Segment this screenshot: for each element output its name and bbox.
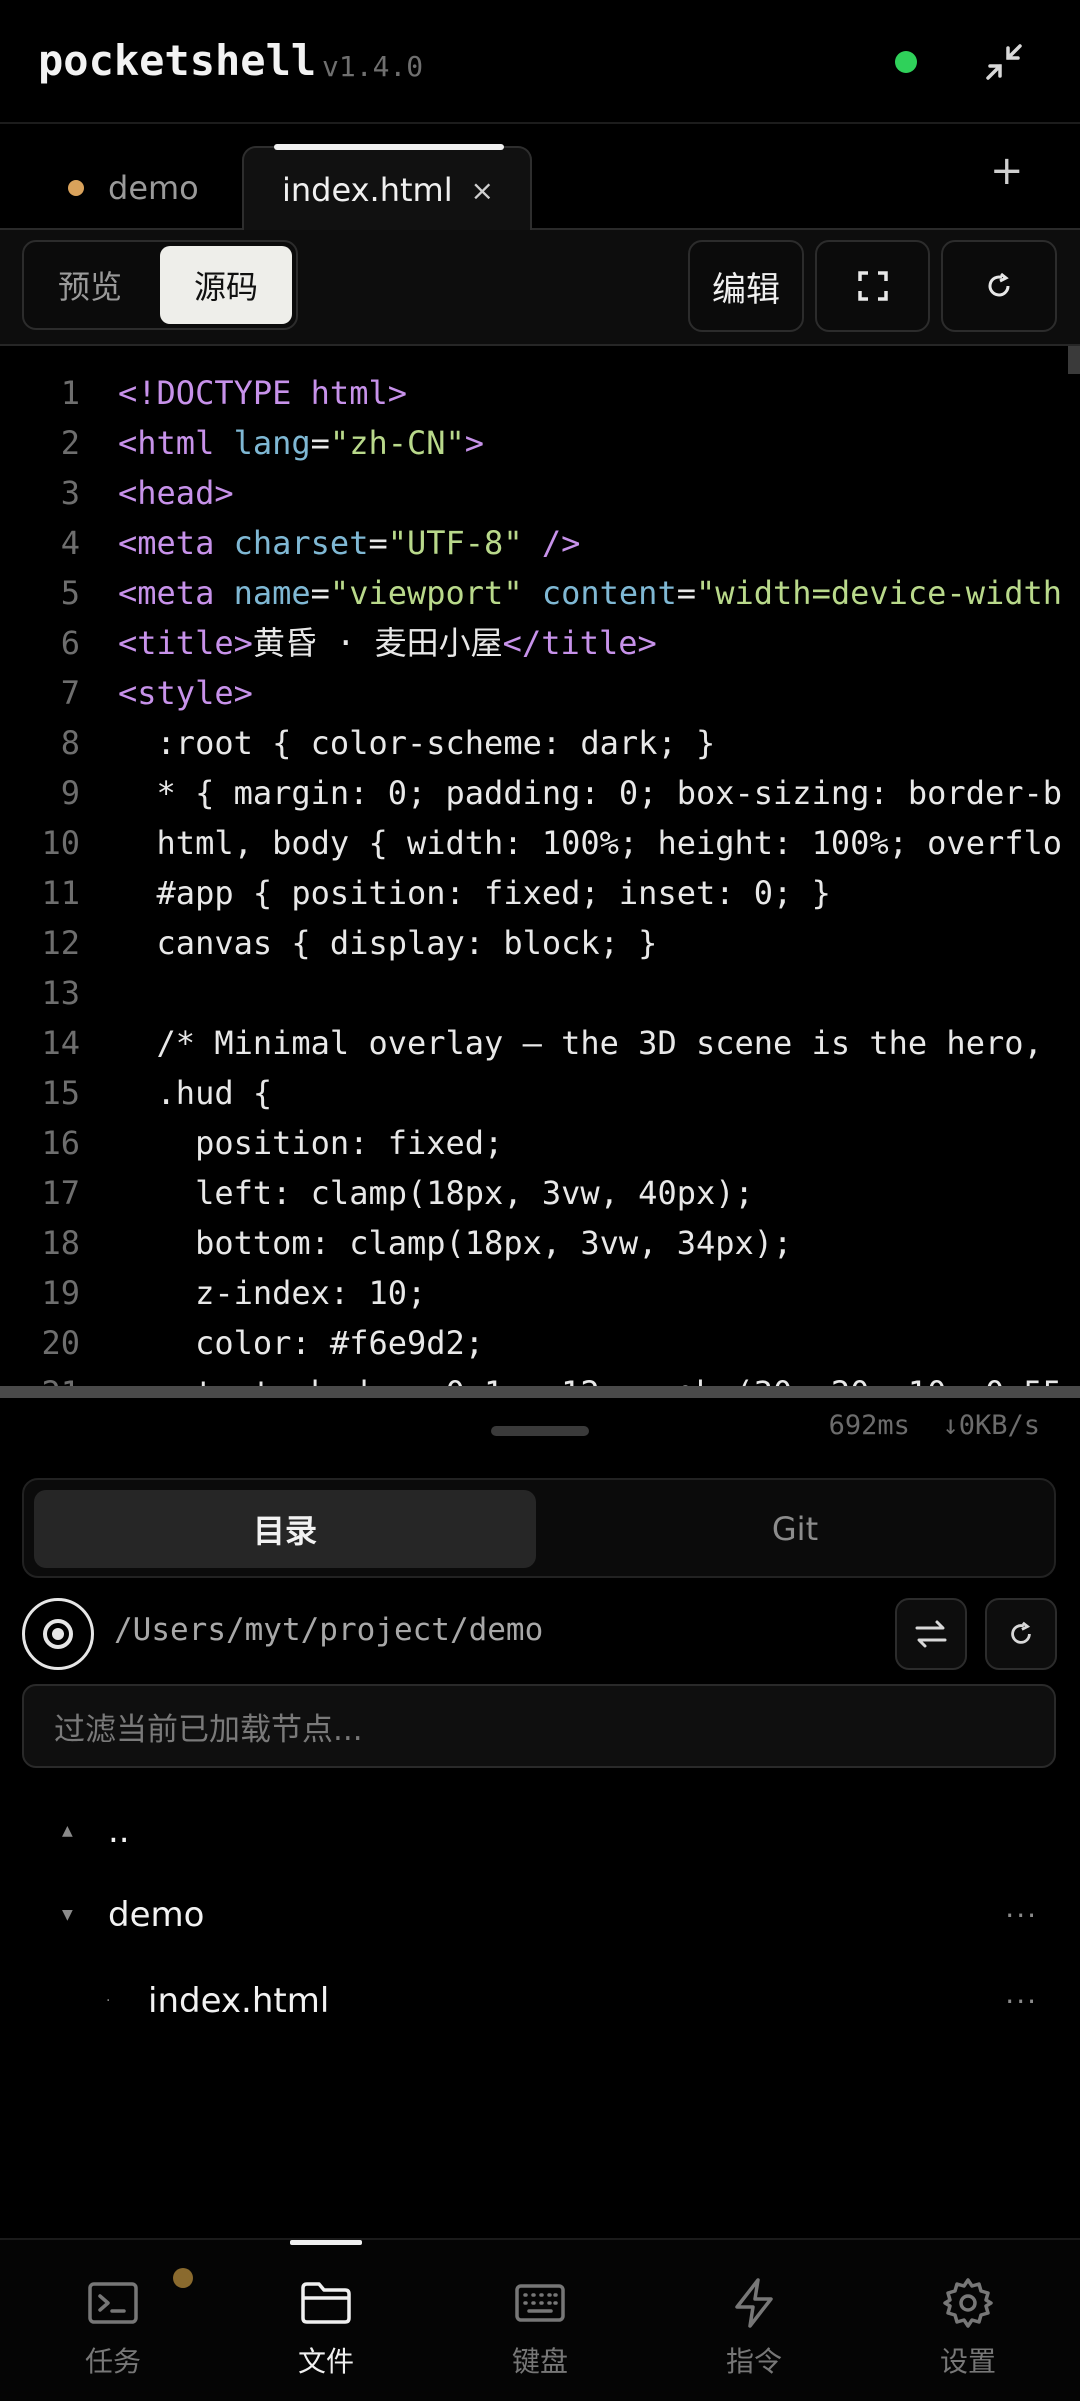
explorer-mode-toggle: 目录 Git [22, 1478, 1056, 1578]
bullet-icon: · [106, 1993, 111, 2009]
fullscreen-icon [857, 271, 888, 301]
swap-button[interactable] [895, 1598, 967, 1670]
code-line: 1 <!DOCTYPE html> [60, 374, 407, 412]
tree-item-index-html[interactable]: · index.html ··· [0, 1966, 1080, 2036]
nav-label: 设置 [939, 2345, 996, 2378]
code-line: 18 bottom: clamp(18px, 3vw, 34px); [41, 1224, 793, 1262]
tree-item-demo[interactable]: ▼ demo ··· [0, 1880, 1080, 1950]
app-version: v1.4.0 [322, 50, 424, 83]
editor-toolbar: 预览 源码 编辑 [0, 230, 1080, 346]
lightning-icon [735, 2278, 773, 2328]
fullscreen-button[interactable] [815, 240, 930, 332]
code-line: 11 #app { position: fixed; inset: 0; } [41, 874, 831, 912]
app-header: pocketshell v1.4.0 [0, 0, 1080, 124]
tree-item-parent[interactable]: ▲ .. [0, 1796, 1080, 1866]
code-line: 7 <style> [60, 674, 253, 712]
tab-directory[interactable]: 目录 [34, 1490, 536, 1568]
terminal-icon [88, 2282, 138, 2324]
preview-tab[interactable]: 预览 [24, 242, 156, 328]
chevron-up-icon: ▲ [62, 1823, 73, 1839]
code-line: 3 <head> [60, 474, 234, 512]
locate-button[interactable] [22, 1598, 94, 1670]
filter-input[interactable]: 过滤当前已加载节点... [22, 1684, 1056, 1768]
code-line: 13 [41, 974, 80, 1012]
tree-item-label: demo [108, 1895, 205, 1935]
nav-tasks[interactable]: 任务 [5, 2240, 221, 2401]
refresh-button[interactable] [941, 240, 1057, 332]
code-line: 12 canvas { display: block; } [41, 924, 658, 962]
refresh-icon [1011, 1621, 1031, 1644]
unsaved-dot [68, 180, 84, 196]
refresh-icon [988, 272, 1010, 297]
tree-item-label: .. [108, 1811, 130, 1851]
code-line: 6 <title>黄昏 · 麦田小屋</title> [60, 624, 657, 662]
tree-item-label: index.html [148, 1981, 330, 2021]
code-line: 14 /* Minimal overlay — the 3D scene is … [41, 1024, 1043, 1062]
more-icon[interactable]: ··· [1005, 1985, 1038, 2018]
file-tabs: demo index.html × [0, 124, 1080, 232]
add-tab-button[interactable]: + [990, 148, 1024, 194]
view-mode-toggle: 预览 源码 [22, 240, 298, 330]
nav-keyboard[interactable]: 键盘 [432, 2240, 648, 2401]
code-view[interactable]: 1 <!DOCTYPE html> 2 <html lang="zh-CN"> 3 <… [0, 346, 1080, 1386]
tab-demo[interactable]: demo [40, 146, 240, 230]
gear-icon [943, 2278, 993, 2328]
network-stats: 692ms ↓0KB/s [829, 1410, 1040, 1441]
chevron-down-icon: ▼ [62, 1907, 73, 1923]
nav-label: 文件 [297, 2345, 354, 2378]
code-line: 15 .hud { [41, 1074, 273, 1112]
swap-icon [915, 1620, 947, 1648]
bottom-nav: 任务 文件 键盘 指令 设置 [0, 2238, 1080, 2401]
code-line: 2 <html lang="zh-CN"> [60, 424, 485, 462]
tab-index-html[interactable]: index.html × [242, 144, 532, 232]
code-line: 5 <meta name="viewport" content="width=de… [60, 574, 1063, 612]
panel-divider[interactable] [0, 1386, 1080, 1398]
nav-settings[interactable]: 设置 [860, 2240, 1076, 2401]
reload-tree-button[interactable] [985, 1598, 1057, 1670]
notification-badge [173, 2268, 193, 2288]
target-icon [43, 1619, 73, 1649]
source-tab[interactable]: 源码 [160, 246, 292, 324]
keyboard-icon [515, 2284, 565, 2322]
close-tab-icon[interactable]: × [471, 174, 494, 207]
code-line: 9 * { margin: 0; padding: 0; box-sizing:… [60, 774, 1063, 812]
code-line: 10 html, body { width: 100%; height: 100… [41, 824, 1063, 862]
file-explorer-panel: 692ms ↓0KB/s 目录 Git /Users/myt/project/d… [0, 1398, 1080, 2238]
nav-label: 指令 [725, 2345, 782, 2378]
app-title: pocketshell [38, 36, 317, 85]
code-line: 16 position: fixed; [41, 1124, 504, 1162]
code-line: 20 color: #f6e9d2; [41, 1324, 485, 1362]
active-tab-indicator [274, 144, 504, 150]
tab-label: demo [108, 169, 199, 207]
active-nav-indicator [290, 2240, 362, 2245]
folder-icon [301, 2282, 351, 2324]
drag-handle[interactable] [491, 1426, 589, 1436]
code-line: 21 text-shadow: 0 1px 12px rgba(30, 20, … [0, 1368, 1080, 1386]
nav-files[interactable]: 文件 [218, 2240, 434, 2401]
tab-git[interactable]: Git [544, 1490, 1046, 1568]
latency: 692ms [828, 1410, 910, 1441]
collapse-button[interactable] [980, 38, 1028, 86]
transfer-speed: ↓0KB/s [942, 1410, 1040, 1441]
code-line: 8 :root { color-scheme: dark; } [60, 724, 716, 762]
edit-button[interactable]: 编辑 [688, 240, 804, 332]
connection-status-dot [895, 51, 917, 73]
nav-label: 任务 [84, 2345, 141, 2378]
nav-label: 键盘 [511, 2345, 568, 2378]
code-line: 4 <meta charset="UTF-8" /> [60, 524, 581, 562]
code-line: 19 z-index: 10; [41, 1274, 427, 1312]
tab-label: index.html [282, 171, 453, 209]
code-line: 17 left: clamp(18px, 3vw, 40px); [41, 1174, 754, 1212]
current-path: /Users/myt/project/demo [114, 1612, 544, 1648]
collapse-icon [986, 44, 1022, 80]
nav-commands[interactable]: 指令 [646, 2240, 862, 2401]
more-icon[interactable]: ··· [1005, 1899, 1038, 1932]
